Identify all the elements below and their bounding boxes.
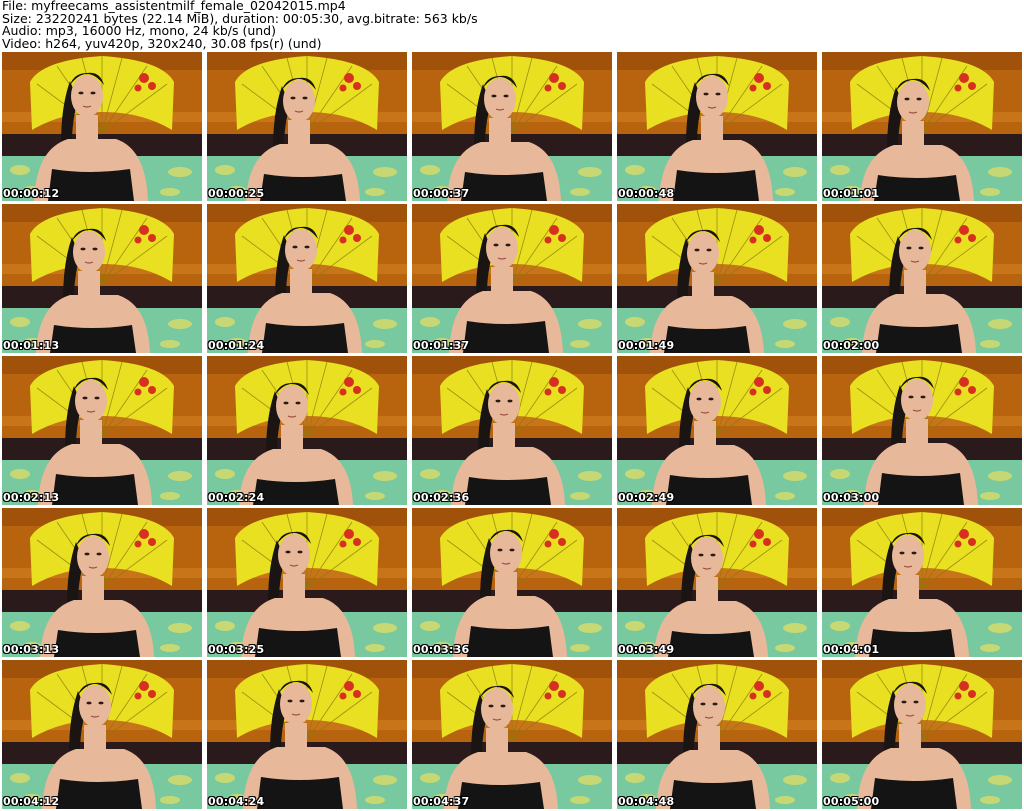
video-frame-thumbnail: 00:00:48: [617, 52, 817, 201]
frame-timestamp: 00:02:49: [618, 491, 675, 504]
frame-image: [822, 508, 1022, 657]
video-frame-thumbnail: 00:04:12: [2, 660, 202, 809]
frame-timestamp: 00:04:12: [3, 795, 60, 808]
video-frame-thumbnail: 00:05:00: [822, 660, 1022, 809]
frame-image: [207, 356, 407, 505]
frame-timestamp: 00:01:24: [208, 339, 265, 352]
video-frame-thumbnail: 00:00:25: [207, 52, 407, 201]
video-info-line: Video: h264, yuv420p, 320x240, 30.08 fps…: [2, 35, 322, 51]
frame-timestamp: 00:03:00: [823, 491, 880, 504]
frame-image: [2, 204, 202, 353]
video-frame-thumbnail: 00:04:48: [617, 660, 817, 809]
frame-image: [822, 356, 1022, 505]
video-frame-thumbnail: 00:01:24: [207, 204, 407, 353]
frame-timestamp: 00:02:13: [3, 491, 60, 504]
frame-timestamp: 00:03:36: [413, 643, 470, 656]
frame-image: [617, 660, 817, 809]
video-frame-thumbnail: 00:00:12: [2, 52, 202, 201]
frame-timestamp: 00:01:49: [618, 339, 675, 352]
video-frame-thumbnail: 00:04:01: [822, 508, 1022, 657]
frame-timestamp: 00:04:01: [823, 643, 880, 656]
frame-timestamp: 00:03:13: [3, 643, 60, 656]
frame-image: [412, 660, 612, 809]
frame-timestamp: 00:01:13: [3, 339, 60, 352]
frame-image: [412, 52, 612, 201]
frame-timestamp: 00:03:49: [618, 643, 675, 656]
frame-image: [207, 508, 407, 657]
frame-image: [822, 52, 1022, 201]
frame-timestamp: 00:01:01: [823, 187, 880, 200]
frame-image: [207, 204, 407, 353]
video-frame-thumbnail: 00:01:01: [822, 52, 1022, 201]
video-frame-thumbnail: 00:01:13: [2, 204, 202, 353]
frame-timestamp: 00:02:36: [413, 491, 470, 504]
frame-image: [822, 660, 1022, 809]
video-frame-thumbnail: 00:04:24: [207, 660, 407, 809]
file-info-header: File: myfreecams_assistentmilf_female_02…: [2, 0, 1022, 50]
frame-timestamp: 00:05:00: [823, 795, 880, 808]
frame-timestamp: 00:04:48: [618, 795, 675, 808]
video-frame-thumbnail: 00:02:24: [207, 356, 407, 505]
video-frame-thumbnail: 00:00:37: [412, 52, 612, 201]
frame-timestamp: 00:00:25: [208, 187, 265, 200]
frame-image: [412, 356, 612, 505]
frame-image: [617, 508, 817, 657]
frame-image: [2, 356, 202, 505]
frame-timestamp: 00:02:00: [823, 339, 880, 352]
frame-timestamp: 00:01:37: [413, 339, 470, 352]
video-frame-thumbnail: 00:03:25: [207, 508, 407, 657]
frame-image: [617, 52, 817, 201]
frame-image: [207, 660, 407, 809]
frame-image: [412, 204, 612, 353]
frame-image: [617, 356, 817, 505]
frame-timestamp: 00:04:24: [208, 795, 265, 808]
video-frame-thumbnail: 00:02:36: [412, 356, 612, 505]
frame-timestamp: 00:00:48: [618, 187, 675, 200]
video-frame-thumbnail: 00:01:37: [412, 204, 612, 353]
frame-image: [822, 204, 1022, 353]
video-frame-thumbnail: 00:02:00: [822, 204, 1022, 353]
video-frame-thumbnail: 00:03:49: [617, 508, 817, 657]
frame-timestamp: 00:02:24: [208, 491, 265, 504]
video-frame-thumbnail: 00:04:37: [412, 660, 612, 809]
video-frame-thumbnail: 00:03:00: [822, 356, 1022, 505]
video-frame-thumbnail: 00:02:13: [2, 356, 202, 505]
video-frame-thumbnail: 00:02:49: [617, 356, 817, 505]
video-frame-thumbnail: 00:01:49: [617, 204, 817, 353]
frame-image: [2, 52, 202, 201]
frame-timestamp: 00:00:12: [3, 187, 60, 200]
thumbnail-grid: 00:00:12 00:00:25 00:00:37 00:00:48 00:0…: [2, 52, 1023, 809]
video-frame-thumbnail: 00:03:13: [2, 508, 202, 657]
frame-image: [2, 508, 202, 657]
video-frame-thumbnail: 00:03:36: [412, 508, 612, 657]
frame-image: [207, 52, 407, 201]
frame-image: [2, 660, 202, 809]
frame-timestamp: 00:00:37: [413, 187, 470, 200]
frame-timestamp: 00:03:25: [208, 643, 265, 656]
frame-image: [412, 508, 612, 657]
frame-timestamp: 00:04:37: [413, 795, 470, 808]
frame-image: [617, 204, 817, 353]
